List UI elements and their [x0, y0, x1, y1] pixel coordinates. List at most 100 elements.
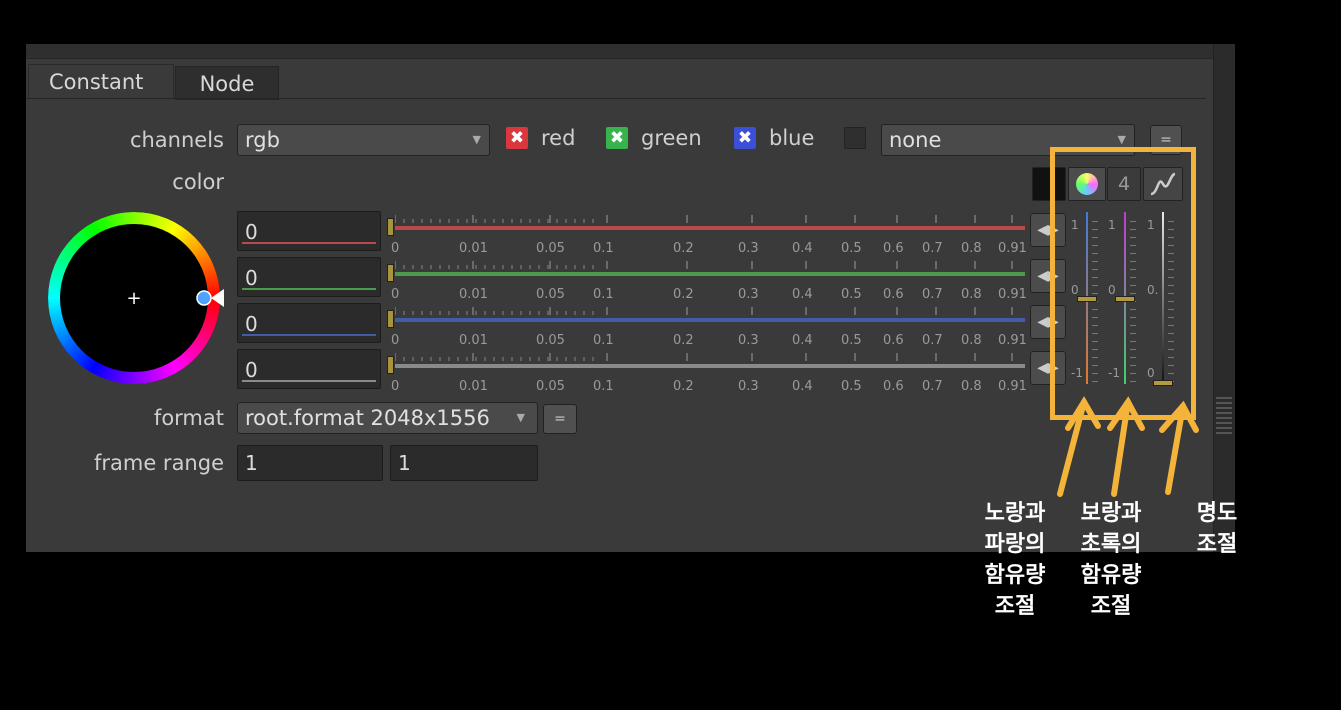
- tick-label: 0.5: [841, 287, 862, 302]
- color-value-input[interactable]: 0: [237, 211, 381, 251]
- tick-label: 0.7: [922, 241, 943, 256]
- tick-label: 0.8: [961, 333, 982, 348]
- green-checkbox[interactable]: ✖: [606, 127, 628, 149]
- tick-label: 0.8: [961, 241, 982, 256]
- tick-label: 0.8: [961, 379, 982, 394]
- color-value-input[interactable]: 0: [237, 257, 381, 297]
- tick-label: 0.3: [738, 287, 759, 302]
- tick-label: 0.4: [792, 287, 813, 302]
- tick-label: 0.1: [593, 287, 614, 302]
- tick-label: 0.3: [738, 379, 759, 394]
- annotation-yellow-blue: 노랑과 파랑의 함유량 조절: [984, 501, 1046, 619]
- panel-top-trim: [26, 44, 1214, 59]
- tick-label: 0.01: [459, 287, 488, 302]
- tick-label: 0.3: [738, 241, 759, 256]
- tick-label: 0.1: [593, 333, 614, 348]
- tick-label: 0: [391, 379, 400, 394]
- chevron-down-icon: ▼: [472, 133, 481, 146]
- red-checkbox[interactable]: ✖: [506, 127, 528, 149]
- tick-label: 0.7: [922, 287, 943, 302]
- center-plus-icon: +: [126, 288, 141, 309]
- tick-label: 0.4: [792, 379, 813, 394]
- annotation-magenta-green: 보랑과 초록의 함유량 조절: [1080, 501, 1142, 619]
- blue-label: blue: [769, 126, 815, 150]
- x-mark-icon: ✖: [509, 128, 525, 148]
- tick-label: 0.01: [459, 333, 488, 348]
- slider-scale: 0 0.01 0.05 0.1 0.2 0.3 0.4 0.5 0.6 0.7 0.8 0.91: [391, 261, 1027, 305]
- format-label: format: [153, 406, 224, 430]
- slider-handle[interactable]: [387, 218, 394, 236]
- format-dropdown[interactable]: root.format 2048x1556 ▼: [237, 402, 538, 434]
- tick-label: 0.1: [593, 241, 614, 256]
- tab-constant[interactable]: Constant: [28, 64, 174, 98]
- x-mark-icon: ✖: [737, 128, 753, 148]
- channel-underline: [242, 334, 376, 336]
- tick-label: 0.6: [883, 379, 904, 394]
- tick-label: 0.1: [593, 379, 614, 394]
- extra-channel-value: none: [889, 128, 942, 152]
- green-label: green: [641, 126, 702, 150]
- channel-underline: [242, 380, 376, 382]
- tick-label: 0.2: [673, 287, 694, 302]
- tick-label: 0.05: [536, 287, 565, 302]
- tick-label: 0.6: [883, 241, 904, 256]
- wheel-hue-handle[interactable]: [196, 290, 212, 306]
- frame-range-label: frame range: [93, 451, 224, 475]
- extra-channel-checkbox[interactable]: [844, 127, 866, 149]
- channels-value: rgb: [245, 128, 280, 152]
- x-mark-icon: ✖: [609, 128, 625, 148]
- tick-label: 0.7: [922, 379, 943, 394]
- tab-node[interactable]: Node: [175, 66, 279, 100]
- tick-label: 0.05: [536, 241, 565, 256]
- slider-handle[interactable]: [387, 264, 394, 282]
- tick-label: 0.7: [922, 333, 943, 348]
- tick-label: 0.3: [738, 333, 759, 348]
- slider-handle[interactable]: [387, 356, 394, 374]
- format-value: root.format 2048x1556: [245, 406, 490, 430]
- slider-scale: 0 0.01 0.05 0.1 0.2 0.3 0.4 0.5 0.6 0.7 0.8 0.91: [391, 353, 1027, 397]
- tick-label: 0.6: [883, 287, 904, 302]
- tick-label: 0: [391, 241, 400, 256]
- tick-label: 0.5: [841, 333, 862, 348]
- tick-label: 0.01: [459, 379, 488, 394]
- highlight-box: [1050, 147, 1196, 420]
- format-edit-button[interactable]: =: [543, 404, 577, 434]
- tab-divider: [26, 98, 1206, 99]
- slider-scale: 0 0.01 0.05 0.1 0.2 0.3 0.4 0.5 0.6 0.7 0.8 0.91: [391, 215, 1027, 259]
- channel-underline: [242, 288, 376, 290]
- tick-label: 0: [391, 333, 400, 348]
- tick-label: 0.91: [998, 241, 1027, 256]
- tick-label: 0.4: [792, 241, 813, 256]
- tick-label: 0.8: [961, 287, 982, 302]
- color-value-input[interactable]: 0: [237, 303, 381, 343]
- channel-underline: [242, 242, 376, 244]
- tick-label: 0.6: [883, 333, 904, 348]
- tick-label: 0.01: [459, 241, 488, 256]
- chevron-down-icon: ▼: [516, 411, 525, 424]
- color-label: color: [172, 170, 224, 194]
- tick-label: 0.2: [673, 379, 694, 394]
- blue-checkbox[interactable]: ✖: [734, 127, 756, 149]
- tick-label: 0.91: [998, 379, 1027, 394]
- tick-label: 0.91: [998, 287, 1027, 302]
- slider-handle[interactable]: [387, 310, 394, 328]
- tick-label: 0.5: [841, 241, 862, 256]
- color-value-input[interactable]: 0: [237, 349, 381, 389]
- tick-label: 0.4: [792, 333, 813, 348]
- annotation-arrows: [1057, 396, 1199, 497]
- frame-range-start-input[interactable]: 1: [237, 445, 383, 481]
- tick-label: 0: [391, 287, 400, 302]
- tick-label: 0.05: [536, 333, 565, 348]
- tick-label: 0.2: [673, 241, 694, 256]
- red-label: red: [541, 126, 576, 150]
- tick-label: 0.2: [673, 333, 694, 348]
- color-wheel[interactable]: +: [48, 212, 228, 387]
- slider-scale: 0 0.01 0.05 0.1 0.2 0.3 0.4 0.5 0.6 0.7 0.8 0.91: [391, 307, 1027, 351]
- tick-label: 0.05: [536, 379, 565, 394]
- tick-label: 0.91: [998, 333, 1027, 348]
- annotation-brightness: 명도 조절: [1196, 501, 1238, 557]
- channels-dropdown[interactable]: rgb ▼: [237, 124, 490, 156]
- frame-range-end-input[interactable]: 1: [390, 445, 538, 481]
- tick-label: 0.5: [841, 379, 862, 394]
- channels-label: channels: [129, 128, 224, 152]
